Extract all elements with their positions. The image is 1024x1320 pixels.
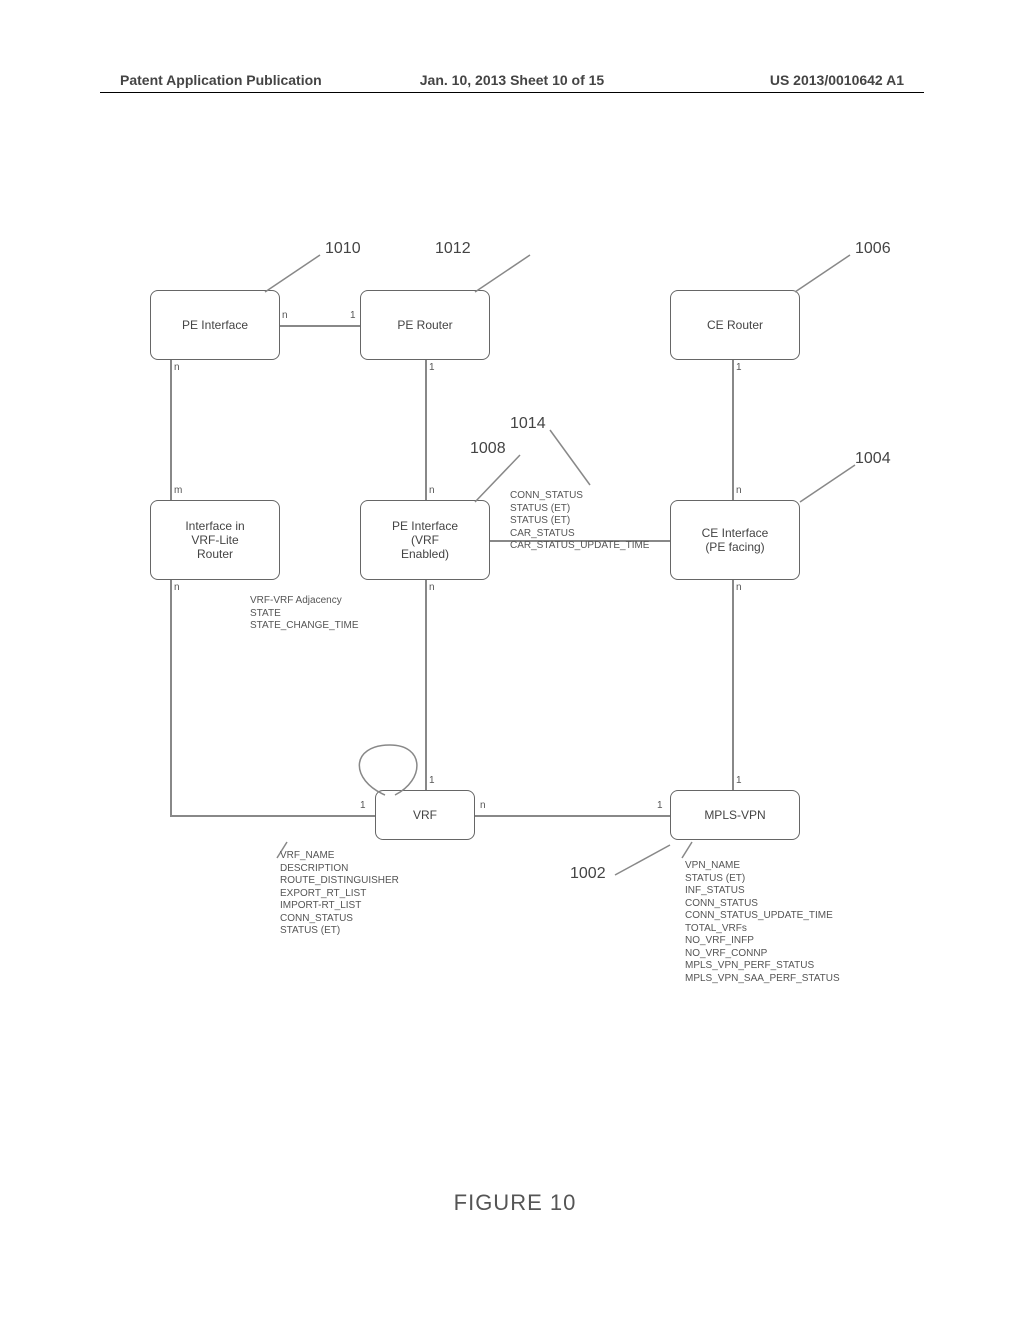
edge-vrf-mpls xyxy=(475,815,670,817)
lead-1002 xyxy=(610,840,680,880)
box-ce-if-pe-label: CE Interface (PE facing) xyxy=(702,526,769,554)
edge-ceif-mpls xyxy=(732,580,734,790)
vrf-attrs: VRF_NAME DESCRIPTION ROUTE_DISTINGUISHER… xyxy=(280,850,399,938)
card-n-5: n xyxy=(174,582,180,593)
figure-caption: FIGURE 10 xyxy=(454,1190,577,1216)
box-pe-if-vrf-label: PE Interface (VRF Enabled) xyxy=(392,519,458,561)
ref-1004: 1004 xyxy=(855,450,891,468)
card-n-2: n xyxy=(174,362,180,373)
card-n-6: n xyxy=(429,582,435,593)
card-1-6: 1 xyxy=(736,775,742,786)
vrf-self-loop xyxy=(340,740,430,800)
card-n-4: n xyxy=(736,485,742,496)
ref-1008: 1008 xyxy=(470,440,506,458)
box-mpls-vpn: MPLS-VPN xyxy=(670,790,800,840)
box-vrf-lite: Interface in VRF-Lite Router xyxy=(150,500,280,580)
ref-1002: 1002 xyxy=(570,865,606,883)
card-1-4: 1 xyxy=(360,800,366,811)
ref-1010: 1010 xyxy=(325,240,361,258)
card-1-3: 1 xyxy=(736,362,742,373)
box-pe-router: PE Router xyxy=(360,290,490,360)
lead-1012 xyxy=(470,250,550,295)
edge-cerouter-ceif xyxy=(732,360,734,500)
header-right: US 2013/0010642 A1 xyxy=(770,72,904,88)
lead-1008 xyxy=(470,450,530,505)
edge-vrflite-vrf-h xyxy=(170,815,375,817)
ref-1012: 1012 xyxy=(435,240,471,258)
header-left: Patent Application Publication xyxy=(120,72,322,88)
mpls-attr-lead xyxy=(680,840,695,860)
edge-peif-perouter xyxy=(280,325,360,327)
conn-link-attrs: CONN_STATUS STATUS (ET) STATUS (ET) CAR_… xyxy=(510,490,649,553)
box-pe-interface: PE Interface xyxy=(150,290,280,360)
box-pe-if-vrf: PE Interface (VRF Enabled) xyxy=(360,500,490,580)
edge-perouter-peifvrf xyxy=(425,360,427,500)
box-ce-router: CE Router xyxy=(670,290,800,360)
card-n-1: n xyxy=(282,310,288,321)
card-1-7: 1 xyxy=(657,800,663,811)
edge-vrflite-vrf-v xyxy=(170,580,172,815)
box-ce-if-pe: CE Interface (PE facing) xyxy=(670,500,800,580)
box-ce-router-label: CE Router xyxy=(707,318,763,332)
card-n-3: n xyxy=(429,485,435,496)
card-n-7: n xyxy=(736,582,742,593)
lead-1014 xyxy=(540,425,620,490)
page-header: Patent Application Publication Jan. 10, … xyxy=(0,72,1024,88)
card-1-2: 1 xyxy=(429,362,435,373)
box-mpls-vpn-label: MPLS-VPN xyxy=(704,808,765,822)
header-center: Jan. 10, 2013 Sheet 10 of 15 xyxy=(420,72,604,88)
mpls-attrs: VPN_NAME STATUS (ET) INF_STATUS CONN_STA… xyxy=(685,860,840,985)
edge-peif-vrflite xyxy=(170,360,172,500)
ref-1014: 1014 xyxy=(510,415,546,433)
ref-1006: 1006 xyxy=(855,240,891,258)
card-1-1: 1 xyxy=(350,310,356,321)
header-rule xyxy=(100,92,924,93)
box-vrf-lite-label: Interface in VRF-Lite Router xyxy=(185,519,244,561)
box-vrf-label: VRF xyxy=(413,808,437,822)
figure-diagram: PE Interface PE Router CE Router Interfa… xyxy=(140,250,890,1000)
box-pe-interface-label: PE Interface xyxy=(182,318,248,332)
card-m-1: m xyxy=(174,485,182,496)
vrf-adj-attrs: VRF-VRF Adjacency STATE STATE_CHANGE_TIM… xyxy=(250,595,359,633)
box-pe-router-label: PE Router xyxy=(397,318,452,332)
card-n-8: n xyxy=(480,800,486,811)
